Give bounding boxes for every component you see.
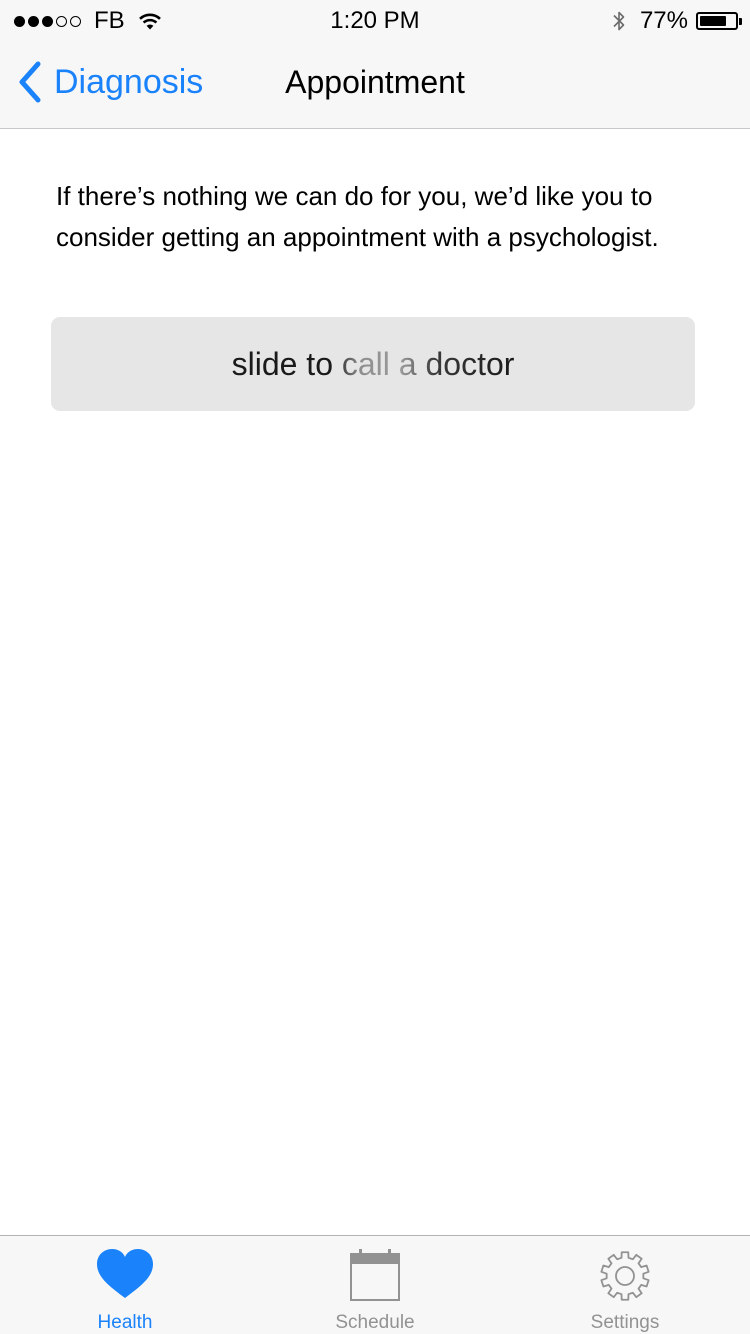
battery-tip <box>739 18 742 25</box>
page-title: Appointment <box>285 64 465 100</box>
tab-health[interactable]: Health <box>0 1236 250 1334</box>
navigation-bar: Diagnosis Appointment <box>0 40 750 129</box>
tab-schedule[interactable]: Schedule <box>250 1236 500 1334</box>
appointment-screen: FB 1:20 PM 77% Diagnosis Appointment If … <box>0 0 750 1334</box>
status-bar: FB 1:20 PM 77% <box>0 0 750 40</box>
tab-label-settings: Settings <box>590 1312 660 1333</box>
info-message: If there’s nothing we can do for you, we… <box>56 181 659 252</box>
status-right: 77% <box>612 6 742 36</box>
heart-icon <box>97 1249 153 1298</box>
calendar-icon <box>350 1249 400 1301</box>
tab-settings[interactable]: Settings <box>500 1236 750 1334</box>
gear-icon <box>600 1251 650 1301</box>
call-doctor-slider[interactable]: slide to call a doctor <box>51 317 695 411</box>
battery-fill <box>700 16 726 26</box>
slider-label: slide to call a doctor <box>231 345 515 382</box>
battery-percent: 77% <box>639 7 688 34</box>
bluetooth-icon <box>613 11 625 31</box>
battery-icon <box>696 12 742 30</box>
tab-bar: Health Schedule Settings <box>0 1235 750 1334</box>
tab-label-schedule: Schedule <box>335 1312 415 1333</box>
tab-label-health: Health <box>97 1312 153 1333</box>
